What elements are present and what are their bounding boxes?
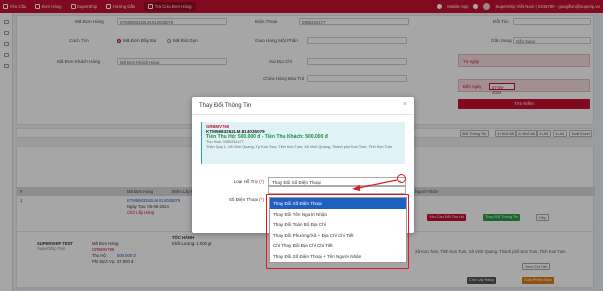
annotation-arrow (352, 179, 398, 191)
